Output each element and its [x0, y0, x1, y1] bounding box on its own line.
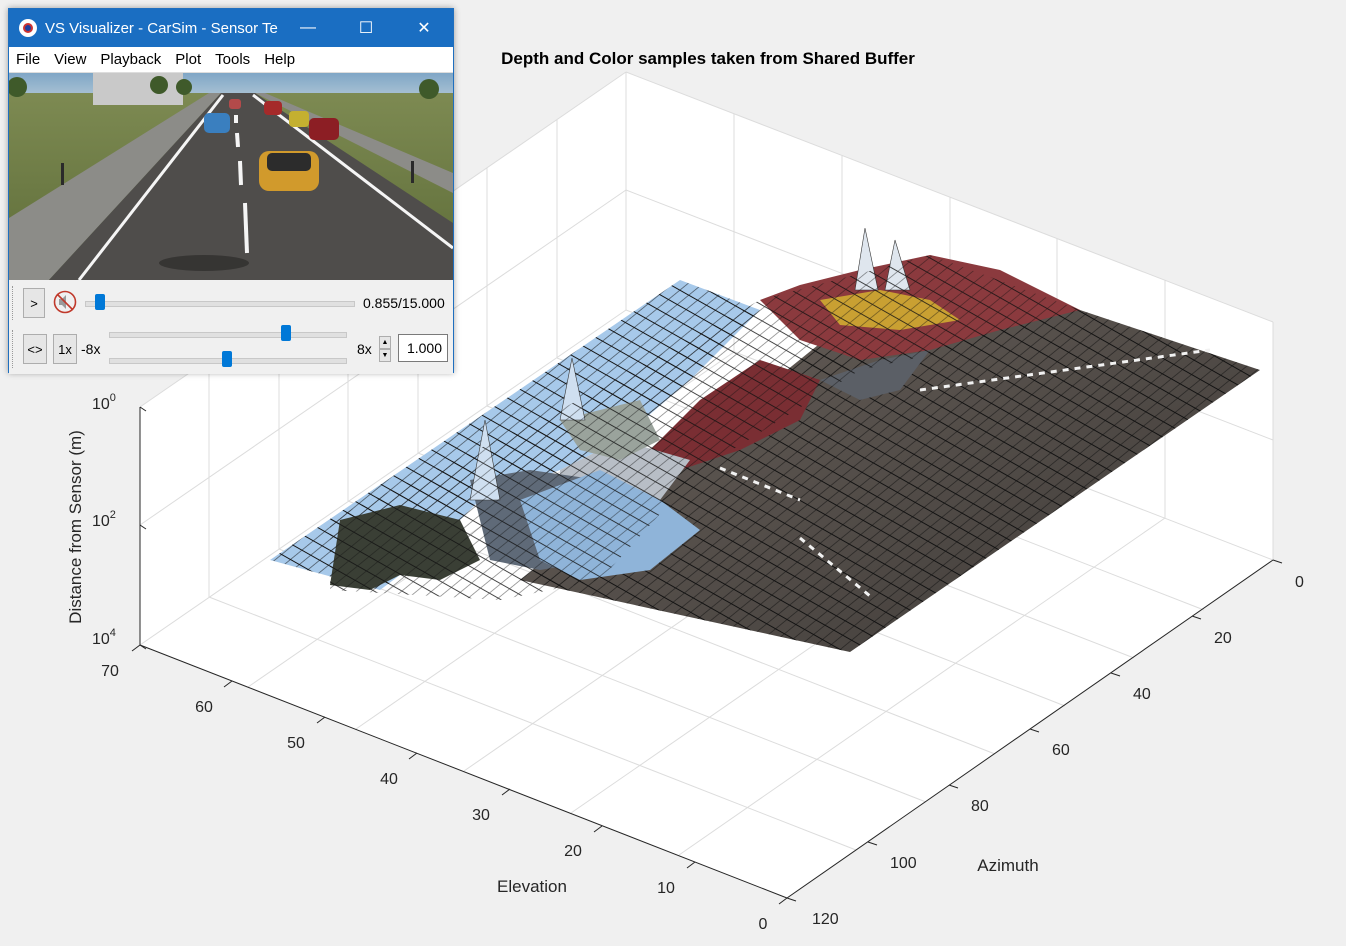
azimuth-tick-label: 0 [1295, 574, 1304, 591]
z-tick-label: 104 [92, 627, 116, 648]
speed-slider-track[interactable] [109, 332, 347, 338]
menu-playback[interactable]: Playback [93, 51, 168, 68]
z-tick-label: 100 [92, 392, 116, 413]
speed-value-input[interactable]: 1.000 [398, 334, 448, 362]
elevation-tick-label: 10 [657, 880, 675, 897]
elevation-axis-label: Elevation [497, 877, 567, 896]
animation-viewport[interactable] [9, 73, 453, 280]
elevation-tick-label: 70 [101, 663, 119, 680]
z-tick-labels: 100 102 104 [92, 392, 116, 648]
azimuth-tick-label: 20 [1214, 630, 1232, 647]
elevation-tick-label: 50 [287, 735, 305, 752]
vs-visualizer-window[interactable]: VS Visualizer - CarSim - Sensor Te... — … [8, 8, 454, 374]
azimuth-tick-label: 60 [1052, 742, 1070, 759]
azimuth-tick-label: 120 [812, 911, 839, 928]
toolbar-grip[interactable] [12, 286, 15, 320]
spinner-up-icon[interactable]: ▲ [379, 336, 391, 349]
secondary-slider-thumb[interactable] [222, 351, 232, 367]
z-axis-label: Distance from Sensor (m) [66, 430, 85, 624]
play-button[interactable]: > [23, 288, 45, 318]
azimuth-tick-label: 80 [971, 798, 989, 815]
maximize-button[interactable]: ☐ [337, 9, 395, 47]
speed-min-label: -8x [81, 341, 101, 357]
z-tick-label: 102 [92, 509, 116, 530]
speed-reset-button[interactable]: 1x [53, 334, 77, 364]
speed-max-label: 8x [357, 341, 372, 357]
menu-tools[interactable]: Tools [208, 51, 257, 68]
menu-plot[interactable]: Plot [168, 51, 208, 68]
azimuth-axis-label: Azimuth [977, 856, 1038, 875]
menu-bar: File View Playback Plot Tools Help [9, 47, 453, 73]
window-title: VS Visualizer - CarSim - Sensor Te... [45, 19, 279, 37]
time-slider-thumb[interactable] [95, 294, 106, 310]
plot-title: Depth and Color samples taken from Share… [501, 49, 915, 68]
loop-button[interactable]: <> [23, 334, 47, 364]
close-button[interactable]: ✕ [395, 9, 453, 47]
elevation-tick-label: 0 [759, 916, 768, 933]
spinner-down-icon[interactable]: ▼ [379, 349, 391, 362]
road-scene-image [9, 73, 453, 280]
app-icon [19, 19, 37, 37]
toolbar-grip[interactable] [12, 330, 15, 368]
menu-file[interactable]: File [9, 51, 47, 68]
elevation-tick-label: 60 [195, 699, 213, 716]
azimuth-tick-label: 40 [1133, 686, 1151, 703]
elevation-tick-label: 40 [380, 771, 398, 788]
speed-spinner[interactable]: ▲ ▼ [379, 336, 391, 362]
minimize-button[interactable]: — [279, 9, 337, 47]
elevation-tick-label: 30 [472, 807, 490, 824]
menu-help[interactable]: Help [257, 51, 302, 68]
window-titlebar[interactable]: VS Visualizer - CarSim - Sensor Te... — … [9, 9, 453, 47]
time-slider-track[interactable] [85, 301, 355, 307]
azimuth-tick-label: 100 [890, 855, 917, 872]
time-readout: 0.855/15.000 [363, 295, 445, 311]
speed-slider-thumb[interactable] [281, 325, 291, 341]
menu-view[interactable]: View [47, 51, 93, 68]
playback-controls: > 0.855/15.000 <> 1x -8x 8x ▲ ▼ 1.000 [9, 280, 453, 374]
mute-icon[interactable] [53, 290, 77, 314]
elevation-tick-label: 20 [564, 843, 582, 860]
